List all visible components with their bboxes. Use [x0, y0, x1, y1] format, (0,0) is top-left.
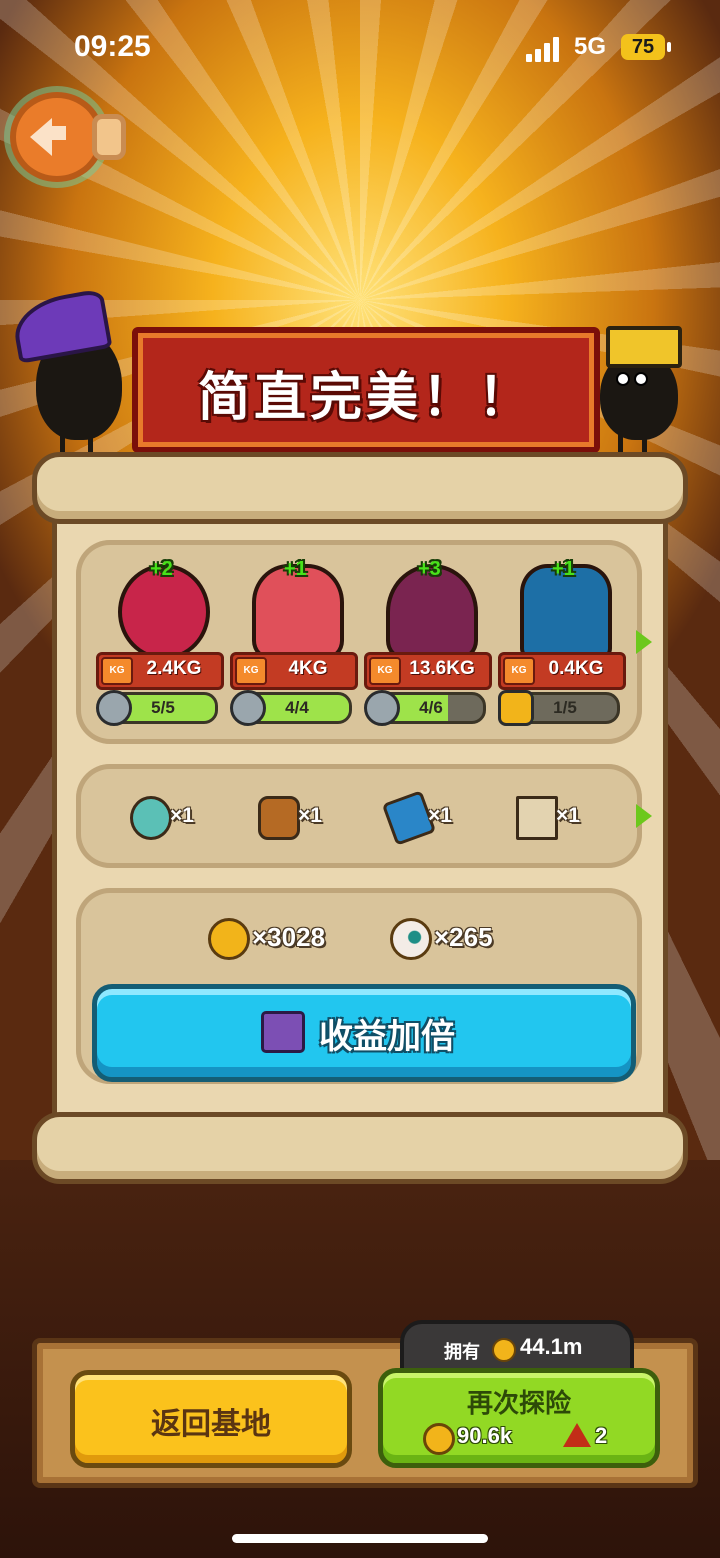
skull-icon: [364, 690, 400, 726]
gift-icon: [498, 690, 534, 726]
explore-again-label: 再次探险: [466, 1388, 571, 1418]
king-eye: [616, 372, 630, 386]
weight-icon: KG: [101, 657, 133, 685]
double-rewards-button[interactable]: 收益加倍: [92, 984, 636, 1082]
weight-tag: KG 2.4KG: [96, 652, 224, 690]
items-next-arrow-icon[interactable]: [636, 804, 652, 828]
monster-card[interactable]: +1 KG 4KG 4/4: [230, 552, 358, 726]
monster-card[interactable]: +1 KG 0.4KG 1/5: [498, 552, 626, 726]
monster-bonus: +1: [552, 558, 575, 580]
owned-value: 44.1m: [520, 1334, 583, 1359]
weight-icon: KG: [503, 657, 535, 685]
egg-icon: [130, 796, 172, 840]
monster-bonus: +2: [150, 558, 173, 580]
gold-coin-icon: [423, 1423, 455, 1455]
double-rewards-label: 收益加倍: [319, 1018, 455, 1056]
status-time: 09:25: [74, 30, 151, 63]
signal-icon: [526, 36, 564, 62]
back-button-handle: [92, 114, 126, 160]
explore-coin-cost: 90.6k: [457, 1423, 513, 1448]
monster-weight: 2.4KG: [146, 658, 202, 679]
explore-again-button[interactable]: 再次探险 90.6k 2: [378, 1368, 660, 1468]
return-base-label: 返回基地: [151, 1408, 271, 1441]
item-count: ×1: [170, 804, 194, 827]
result-title: 简直完美！！: [197, 369, 534, 427]
skull-icon: [230, 690, 266, 726]
item-count: ×1: [298, 804, 322, 827]
gold-coin-icon: [492, 1338, 516, 1362]
monster-card[interactable]: +2 KG 2.4KG 5/5: [96, 552, 224, 726]
monster-weight: 0.4KG: [548, 658, 604, 679]
reward-count: ×265: [434, 922, 493, 952]
scroll-bottom-roll: [32, 1112, 688, 1184]
eyeball-icon: [390, 918, 432, 960]
monster-card[interactable]: +3 KG 13.6KG 4/6: [364, 552, 492, 726]
reward-count: ×3028: [252, 922, 326, 952]
weight-tag: KG 4KG: [230, 652, 358, 690]
owned-label: 拥有: [444, 1342, 480, 1362]
home-indicator[interactable]: [232, 1534, 488, 1543]
item-count: ×1: [428, 804, 452, 827]
tv-ad-icon: [261, 1011, 305, 1053]
back-button[interactable]: [10, 92, 104, 182]
map-scroll-icon: [516, 796, 558, 840]
weight-icon: KG: [369, 657, 401, 685]
battery-tip: [667, 42, 671, 52]
weight-icon: KG: [235, 657, 267, 685]
weight-tag: KG 13.6KG: [364, 652, 492, 690]
monster-bonus: +3: [418, 558, 441, 580]
scroll-top-roll: [32, 452, 688, 524]
back-arrow-icon: [30, 118, 52, 156]
result-banner: 简直完美！！: [132, 327, 600, 453]
battery-icon: 75: [621, 34, 665, 60]
monsters-next-arrow-icon[interactable]: [636, 630, 652, 654]
monster-bonus: +1: [284, 558, 307, 580]
gold-coin-icon: [208, 918, 250, 960]
crown-icon: [606, 326, 682, 368]
network-type: 5G: [574, 33, 607, 60]
item-count: ×1: [556, 804, 580, 827]
monster-weight: 13.6KG: [409, 658, 475, 679]
monster-weight: 4KG: [288, 658, 328, 679]
explore-ticket-cost: 2: [595, 1423, 608, 1448]
return-base-button[interactable]: 返回基地: [70, 1370, 352, 1468]
skull-icon: [96, 690, 132, 726]
weight-tag: KG 0.4KG: [498, 652, 626, 690]
king-eye: [634, 372, 648, 386]
helmet-icon: [258, 796, 300, 840]
ticket-triangle-icon: [563, 1423, 591, 1447]
status-bar: 09:25 5G 75: [0, 0, 720, 96]
